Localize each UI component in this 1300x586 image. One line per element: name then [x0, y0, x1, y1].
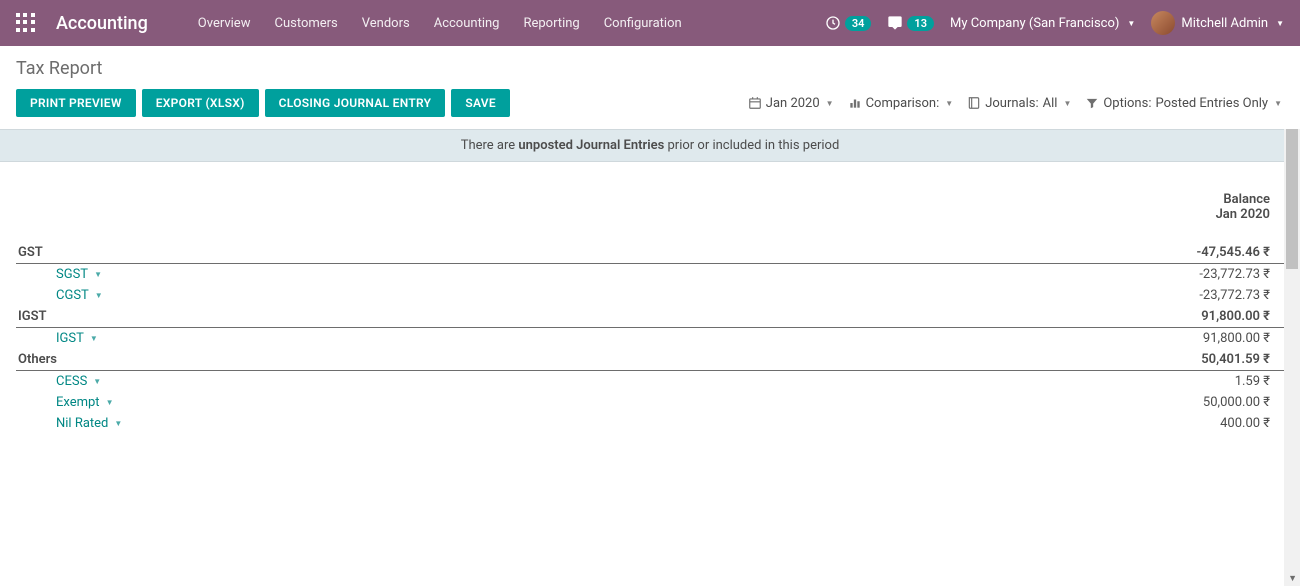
row-link-nil-rated[interactable]: Nil Rated▼ — [56, 416, 122, 431]
balance-header: Balance — [16, 192, 1270, 207]
row-balance: 50,000.00 ₹ — [1203, 395, 1270, 410]
message-count: 13 — [907, 16, 934, 31]
row-nil-rated: Nil Rated▼ 400.00 ₹ — [16, 413, 1284, 434]
banner-prefix: There are — [461, 138, 519, 153]
calendar-icon — [748, 96, 762, 110]
comparison-filter-label: Comparison: — [866, 96, 940, 111]
row-balance: -23,772.73 ₹ — [1199, 288, 1270, 303]
group-label: IGST — [18, 309, 47, 324]
nav-reporting[interactable]: Reporting — [513, 10, 589, 37]
activity-count: 34 — [845, 16, 872, 31]
group-balance: 91,800.00 ₹ — [1201, 309, 1270, 324]
company-selector[interactable]: My Company (San Francisco) ▼ — [950, 16, 1135, 31]
journals-filter[interactable]: Journals: All ▼ — [965, 92, 1073, 115]
clock-icon — [825, 15, 841, 31]
group-balance: -47,545.46 ₹ — [1196, 245, 1270, 260]
chevron-down-icon: ▼ — [114, 419, 122, 428]
row-balance: 1.59 ₹ — [1235, 374, 1270, 389]
chevron-down-icon: ▼ — [95, 291, 103, 300]
nav-accounting[interactable]: Accounting — [424, 10, 510, 37]
filter-icon — [1085, 96, 1099, 110]
row-sgst: SGST▼ -23,772.73 ₹ — [16, 264, 1284, 285]
scrollbar[interactable]: ▼ — [1284, 129, 1300, 586]
bar-chart-icon — [848, 96, 862, 110]
row-balance: 400.00 ₹ — [1220, 416, 1270, 431]
options-filter-label: Options: — [1103, 96, 1151, 111]
options-filter[interactable]: Options: Posted Entries Only ▼ — [1083, 92, 1284, 115]
chevron-down-icon: ▼ — [1274, 99, 1282, 108]
chevron-down-icon: ▼ — [94, 270, 102, 279]
group-row-igst: IGST 91,800.00 ₹ — [16, 306, 1284, 328]
group-label: GST — [18, 245, 43, 260]
options-filter-value: Posted Entries Only — [1155, 96, 1268, 111]
save-button[interactable]: SAVE — [451, 89, 510, 117]
row-cess: CESS▼ 1.59 ₹ — [16, 371, 1284, 392]
print-preview-button[interactable]: PRINT PREVIEW — [16, 89, 136, 117]
user-name: Mitchell Admin — [1181, 16, 1268, 31]
comparison-filter[interactable]: Comparison: ▼ — [846, 92, 956, 115]
row-link-sgst[interactable]: SGST▼ — [56, 267, 102, 282]
nav-overview[interactable]: Overview — [188, 10, 261, 37]
unposted-entries-banner: There are unposted Journal Entries prior… — [0, 129, 1300, 162]
date-filter[interactable]: Jan 2020 ▼ — [746, 92, 836, 115]
nav-vendors[interactable]: Vendors — [352, 10, 420, 37]
messages-indicator[interactable]: 13 — [887, 15, 934, 31]
group-row-others: Others 50,401.59 ₹ — [16, 349, 1284, 371]
scrollbar-down-arrow[interactable]: ▼ — [1288, 573, 1297, 584]
chevron-down-icon: ▼ — [1127, 19, 1135, 28]
journals-filter-value: All — [1043, 96, 1058, 111]
closing-journal-entry-button[interactable]: CLOSING JOURNAL ENTRY — [265, 89, 446, 117]
chevron-down-icon: ▼ — [826, 99, 834, 108]
apps-icon[interactable] — [16, 13, 36, 33]
nav-configuration[interactable]: Configuration — [594, 10, 692, 37]
scrollbar-thumb[interactable] — [1286, 129, 1298, 269]
export-xlsx-button[interactable]: EXPORT (XLSX) — [142, 89, 259, 117]
user-menu[interactable]: Mitchell Admin ▼ — [1151, 11, 1284, 35]
row-link-cess[interactable]: CESS▼ — [56, 374, 101, 389]
avatar — [1151, 11, 1175, 35]
chevron-down-icon: ▼ — [945, 99, 953, 108]
column-header: Balance Jan 2020 — [16, 192, 1284, 222]
group-label: Others — [18, 352, 57, 367]
chevron-down-icon: ▼ — [90, 334, 98, 343]
chevron-down-icon: ▼ — [106, 398, 114, 407]
banner-bold: unposted Journal Entries — [518, 138, 664, 153]
app-brand[interactable]: Accounting — [56, 13, 148, 34]
row-link-igst[interactable]: IGST▼ — [56, 331, 98, 346]
row-balance: 91,800.00 ₹ — [1203, 331, 1270, 346]
date-filter-value: Jan 2020 — [766, 96, 820, 111]
row-cgst: CGST▼ -23,772.73 ₹ — [16, 285, 1284, 306]
row-link-cgst[interactable]: CGST▼ — [56, 288, 103, 303]
nav-customers[interactable]: Customers — [264, 10, 347, 37]
chevron-down-icon: ▼ — [1063, 99, 1071, 108]
banner-suffix: prior or included in this period — [664, 138, 839, 153]
row-link-exempt[interactable]: Exempt▼ — [56, 395, 113, 410]
group-balance: 50,401.59 ₹ — [1201, 352, 1270, 367]
chevron-down-icon: ▼ — [93, 377, 101, 386]
activity-indicator[interactable]: 34 — [825, 15, 872, 31]
group-row-gst: GST -47,545.46 ₹ — [16, 242, 1284, 264]
row-exempt: Exempt▼ 50,000.00 ₹ — [16, 392, 1284, 413]
period-header: Jan 2020 — [16, 207, 1270, 222]
row-igst: IGST▼ 91,800.00 ₹ — [16, 328, 1284, 349]
company-name: My Company (San Francisco) — [950, 16, 1119, 31]
chevron-down-icon: ▼ — [1276, 19, 1284, 28]
page-title: Tax Report — [16, 58, 1284, 79]
journals-filter-label: Journals: — [985, 96, 1038, 111]
chat-icon — [887, 15, 903, 31]
book-icon — [967, 96, 981, 110]
row-balance: -23,772.73 ₹ — [1199, 267, 1270, 282]
